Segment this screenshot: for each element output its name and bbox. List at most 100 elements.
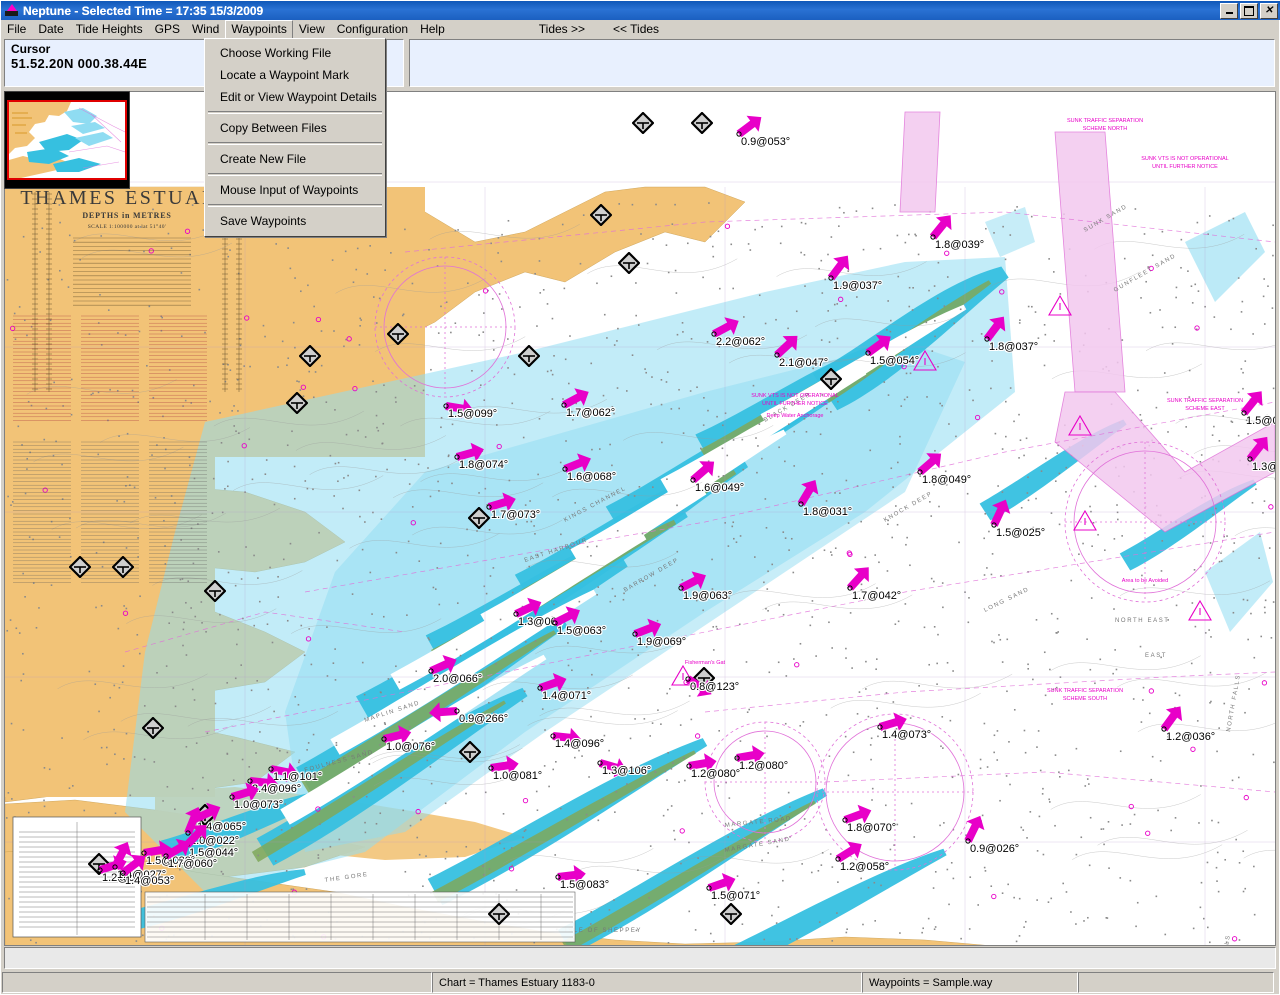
status-panel-1 <box>2 972 432 993</box>
menu-file[interactable]: File <box>1 20 32 39</box>
tidal-stream-arrow <box>737 758 738 759</box>
tidal-stream-arrow <box>540 688 541 689</box>
tidal-stream-label: 1.8@031° <box>803 506 852 518</box>
waypoint-marker[interactable] <box>488 903 510 925</box>
restore-button[interactable] <box>1240 3 1258 19</box>
menu-view[interactable]: View <box>293 20 331 39</box>
overview-viewport-rect[interactable] <box>7 100 127 180</box>
tidal-stream-arrow <box>880 727 881 728</box>
tidal-stream-arrow <box>693 480 694 481</box>
tidal-stream-label: 1.5@063° <box>557 625 606 637</box>
status-panel-chart: Chart = Thames Estuary 1183-0 <box>432 972 862 993</box>
tidal-stream-arrow <box>714 334 715 335</box>
tidal-stream-label: 0.9@026° <box>970 843 1019 855</box>
waypoint-marker[interactable] <box>618 252 640 274</box>
tidal-stream-arrow <box>457 457 458 458</box>
chart-canvas[interactable]: KINGS CHANNEL BLACK DEEP BARROW DEEP KNOCK … <box>5 92 1275 945</box>
tidal-stream-arrow <box>384 739 385 740</box>
waypoint-marker[interactable] <box>69 556 91 578</box>
tidal-stream-label: 1.8@074° <box>459 459 508 471</box>
tidal-stream-label: 1.4@073° <box>882 729 931 741</box>
info-panel <box>409 39 1275 87</box>
menu-separator <box>208 142 382 145</box>
tidal-stream-arrow <box>489 507 490 508</box>
waypoint-marker[interactable] <box>204 580 226 602</box>
tidal-stream-label: 1.7@062° <box>566 407 615 419</box>
waypoint-marker[interactable] <box>518 345 540 367</box>
tidal-stream-label: 1.2@080° <box>739 760 788 772</box>
tidal-stream-arrow <box>968 841 969 842</box>
tidal-stream-label: 1.5@054° <box>870 355 919 367</box>
tidal-stream-arrow <box>431 671 432 672</box>
menu-tides-back[interactable]: << Tides <box>599 20 673 39</box>
tidal-stream-arrow <box>600 763 601 764</box>
menu-gps[interactable]: GPS <box>149 20 186 39</box>
status-panel-waypoints: Waypoints = Sample.way <box>862 972 1078 993</box>
menu-wind[interactable]: Wind <box>186 20 225 39</box>
waypoint-marker[interactable] <box>387 323 409 345</box>
minimize-button[interactable] <box>1220 3 1238 19</box>
tidal-stream-label: 1.3@106° <box>602 765 651 777</box>
menu-locate-waypoint-mark[interactable]: Locate a Waypoint Mark <box>205 64 385 86</box>
tidal-stream-arrow <box>987 339 988 340</box>
menu-edit-view-waypoint-details[interactable]: Edit or View Waypoint Details <box>205 86 385 108</box>
menu-bar: File Date Tide Heights GPS Wind Waypoint… <box>1 20 1279 39</box>
tidal-stream-arrow <box>801 504 802 505</box>
menu-save-waypoints[interactable]: Save Waypoints <box>205 210 385 232</box>
tidal-stream-label: 1.0@076° <box>386 741 435 753</box>
menu-mouse-input-of-waypoints[interactable]: Mouse Input of Waypoints <box>205 179 385 201</box>
tidal-stream-arrow <box>850 588 851 589</box>
tidal-stream-label: 1.5@071° <box>711 890 760 902</box>
tidal-stream-arrow <box>1244 413 1245 414</box>
tidal-stream-arrow <box>933 237 934 238</box>
tidal-stream-arrow <box>564 405 565 406</box>
tidal-stream-label: 0.9@053° <box>741 136 790 148</box>
tidal-stream-arrow <box>838 859 839 860</box>
waypoint-marker[interactable] <box>142 717 164 739</box>
title-bar: Neptune - Selected Time = 17:35 15/3/200… <box>1 1 1280 20</box>
menu-waypoints[interactable]: Waypoints <box>225 20 293 40</box>
menu-copy-between-files[interactable]: Copy Between Files <box>205 117 385 139</box>
menu-date[interactable]: Date <box>32 20 69 39</box>
window-controls: ✕ <box>1220 3 1280 19</box>
menu-create-new-file[interactable]: Create New File <box>205 148 385 170</box>
tidal-stream-label: 0.8@123° <box>690 681 739 693</box>
status-panel-4 <box>1078 972 1274 993</box>
tidal-stream-arrow <box>994 525 995 526</box>
tidal-stream-arrow <box>688 679 689 680</box>
waypoint-marker[interactable] <box>286 392 308 414</box>
tidal-stream-label: 1.4@053° <box>125 875 174 887</box>
window-title: Neptune - Selected Time = 17:35 15/3/200… <box>23 4 263 18</box>
tidal-stream-label: 1.0@081° <box>493 770 542 782</box>
waypoint-marker[interactable] <box>299 345 321 367</box>
tidal-stream-label: 1.2@058° <box>840 861 889 873</box>
menu-tide-heights[interactable]: Tide Heights <box>70 20 149 39</box>
tidal-stream-arrow <box>920 472 921 473</box>
menu-configuration[interactable]: Configuration <box>331 20 414 39</box>
close-button[interactable]: ✕ <box>1260 3 1278 19</box>
tidal-stream-label: 1.3@038° <box>1252 461 1275 473</box>
tidal-stream-arrow <box>739 134 740 135</box>
waypoint-marker[interactable] <box>112 556 134 578</box>
menu-help[interactable]: Help <box>414 20 451 39</box>
tidal-stream-arrow <box>709 888 710 889</box>
tidal-stream-arrow <box>635 634 636 635</box>
waypoints-dropdown-menu[interactable]: Choose Working File Locate a Waypoint Ma… <box>204 38 386 237</box>
tidal-stream-label: 1.5@025° <box>996 527 1045 539</box>
tidal-stream-arrow <box>565 469 566 470</box>
waypoint-marker[interactable] <box>590 204 612 226</box>
status-bar: Chart = Thames Estuary 1183-0 Waypoints … <box>2 971 1278 994</box>
tidal-stream-arrow <box>845 820 846 821</box>
chart-viewport[interactable]: KINGS CHANNEL BLACK DEEP BARROW DEEP KNOCK … <box>4 91 1276 946</box>
tidal-stream-arrow <box>1250 459 1251 460</box>
tidal-stream-arrow <box>516 614 517 615</box>
tidal-stream-label: 0.9@266° <box>459 713 508 725</box>
menu-tides-forward[interactable]: Tides >> <box>525 20 599 39</box>
tidal-stream-label: 1.8@039° <box>935 239 984 251</box>
tidal-stream-arrow <box>457 711 458 712</box>
tidal-stream-label: 1.5@099° <box>448 408 497 420</box>
chart-overview-thumbnail[interactable] <box>4 91 130 189</box>
tidal-stream-label: 1.7@073° <box>491 509 540 521</box>
waypoint-marker[interactable] <box>632 112 654 134</box>
menu-choose-working-file[interactable]: Choose Working File <box>205 42 385 64</box>
